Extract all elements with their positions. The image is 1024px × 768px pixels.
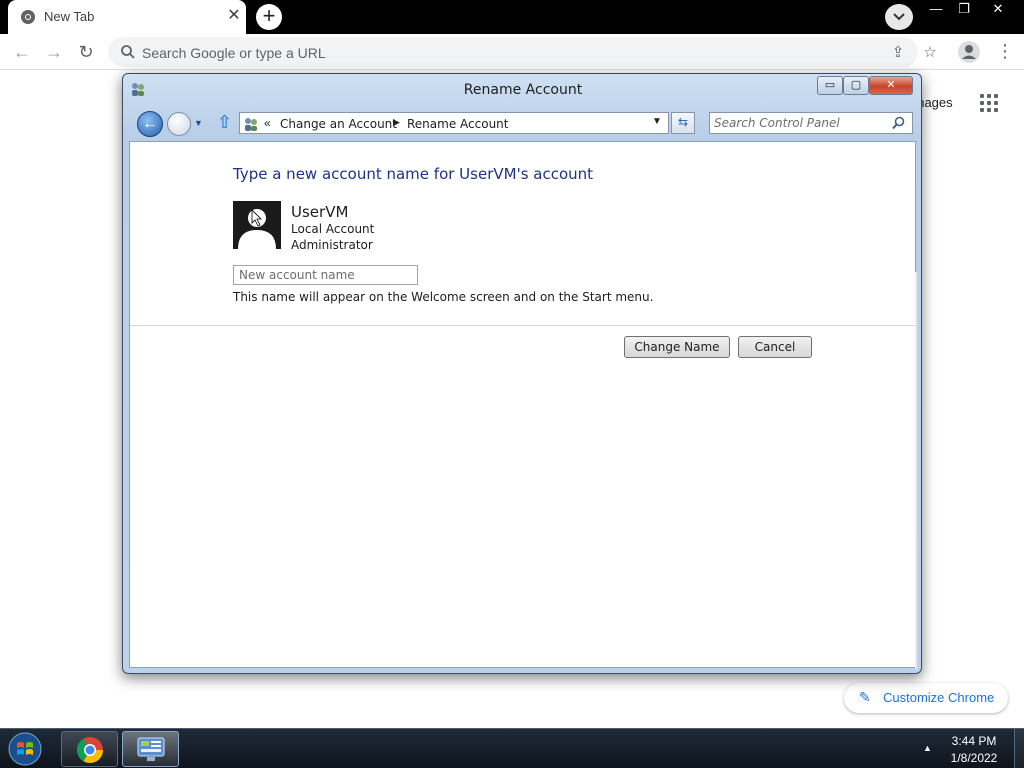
change-name-button[interactable]: Change Name xyxy=(624,336,730,358)
dialog-minimize-button[interactable]: ▭ xyxy=(817,76,843,95)
page-title: Type a new account name for UserVM's acc… xyxy=(233,165,594,183)
content-pane: Type a new account name for UserVM's acc… xyxy=(129,141,917,669)
divider xyxy=(130,325,915,326)
omnibox-placeholder: Search Google or type a URL xyxy=(142,45,326,61)
chrome-icon xyxy=(21,10,35,24)
profile-icon[interactable] xyxy=(958,41,980,63)
breadcrumb-change-an-account[interactable]: Change an Account xyxy=(280,117,397,131)
customize-chrome-label: Customize Chrome xyxy=(883,690,995,705)
new-account-name-input[interactable] xyxy=(233,265,418,285)
omnibox[interactable]: Search Google or type a URL ⇪ xyxy=(108,37,918,67)
address-dropdown-icon[interactable]: ▼ xyxy=(652,116,662,127)
reload-icon[interactable]: ↻ xyxy=(74,40,98,64)
clock-time[interactable]: 3:44 PM xyxy=(945,734,1003,748)
taskbar-control-panel-button[interactable] xyxy=(122,731,179,767)
share-icon[interactable]: ⇪ xyxy=(888,43,908,63)
taskbar: ▲ 3:44 PM 1/8/2022 xyxy=(0,728,1024,768)
windows-orb-icon[interactable] xyxy=(5,731,45,767)
cancel-button[interactable]: Cancel xyxy=(738,336,812,358)
window-restore-button[interactable]: ❐ xyxy=(950,0,978,20)
breadcrumb-overflow[interactable]: « xyxy=(264,116,271,130)
new-tab-button[interactable]: + xyxy=(256,4,282,30)
tab-title: New Tab xyxy=(44,9,95,24)
window-close-button[interactable]: ✕ xyxy=(982,0,1014,20)
window-minimize-button[interactable]: — xyxy=(922,0,950,20)
account-type: Local Account xyxy=(291,222,375,236)
search-icon xyxy=(121,45,135,59)
forward-arrow-icon[interactable]: → xyxy=(42,40,66,64)
window-title: Rename Account xyxy=(463,82,583,98)
tab-new-tab[interactable]: New Tab ✕ xyxy=(8,0,246,34)
breadcrumb-rename-account[interactable]: Rename Account xyxy=(407,117,508,131)
chevron-down-icon xyxy=(893,13,905,21)
forward-arrow-icon[interactable] xyxy=(167,112,191,136)
back-arrow-icon[interactable]: ← xyxy=(10,40,34,64)
dialog-close-button[interactable]: ✕ xyxy=(869,76,913,95)
kebab-menu-icon[interactable]: ⋮ xyxy=(996,40,1014,64)
chrome-tab-strip: New Tab ✕ + — ❐ ✕ xyxy=(0,0,1024,34)
rename-account-window: Rename Account ▭ ▢ ✕ ← ▼ ⇧ « Change an A… xyxy=(122,73,922,674)
scroll-track xyxy=(915,272,917,669)
breadcrumb-separator-icon[interactable]: ▶ xyxy=(393,117,400,128)
apps-grid-icon[interactable] xyxy=(980,94,1000,114)
back-arrow-icon[interactable]: ← xyxy=(137,111,163,137)
account-role: Administrator xyxy=(291,238,373,252)
show-desktop-button[interactable] xyxy=(1014,729,1024,768)
clock-date[interactable]: 1/8/2022 xyxy=(945,751,1003,765)
avatar xyxy=(233,201,281,249)
control-panel-icon xyxy=(137,737,165,761)
customize-chrome-button[interactable]: ✎ Customize Chrome xyxy=(844,683,1008,713)
name-hint-text: This name will appear on the Welcome scr… xyxy=(233,290,654,304)
search-icon[interactable] xyxy=(892,116,906,130)
show-hidden-icons-icon[interactable]: ▲ xyxy=(923,743,932,753)
user-silhouette-icon xyxy=(233,201,281,249)
tab-search-button[interactable] xyxy=(885,4,913,30)
up-arrow-icon[interactable]: ⇧ xyxy=(217,112,235,134)
address-bar[interactable]: « Change an Account ▶ Rename Account ▼ xyxy=(239,112,669,134)
taskbar-chrome-button[interactable] xyxy=(61,731,118,767)
recent-pages-dropdown-icon[interactable]: ▼ xyxy=(194,118,206,130)
chrome-icon xyxy=(76,737,104,764)
pencil-icon: ✎ xyxy=(859,689,871,705)
close-tab-icon[interactable]: ✕ xyxy=(224,6,244,26)
dialog-maximize-button[interactable]: ▢ xyxy=(843,76,869,95)
control-panel-search[interactable] xyxy=(709,112,913,134)
search-input[interactable] xyxy=(714,115,884,131)
refresh-icon[interactable]: ⇆ xyxy=(671,112,695,134)
user-accounts-icon xyxy=(245,118,257,131)
account-name: UserVM xyxy=(291,203,349,221)
person-icon xyxy=(962,45,976,59)
chrome-toolbar: ← → ↻ Search Google or type a URL ⇪ ☆ ⋮ xyxy=(0,34,1024,70)
star-icon[interactable]: ☆ xyxy=(920,43,940,63)
